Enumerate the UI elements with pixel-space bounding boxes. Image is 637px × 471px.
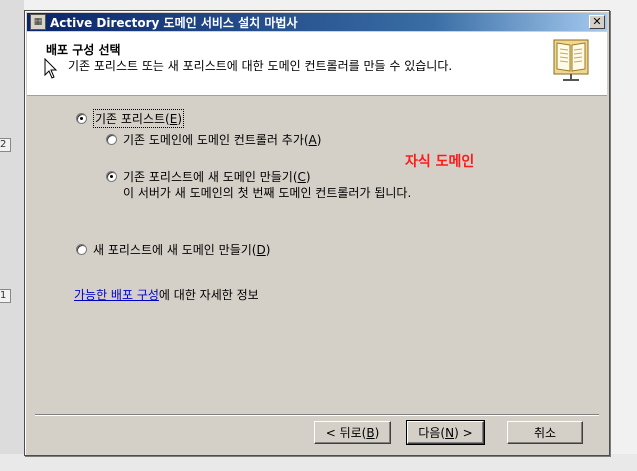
- back-button[interactable]: < 뒤로(B): [314, 421, 391, 444]
- radio-button[interactable]: [76, 113, 87, 124]
- window-title: Active Directory 도메인 서비스 설치 마법사: [50, 15, 298, 30]
- radio-label: 새 포리스트에 새 도메인 만들기(D): [93, 243, 271, 257]
- background-marker-top: 2: [0, 138, 11, 152]
- new-domain-note: 이 서버가 새 도메인의 첫 번째 도메인 컨트롤러가 됩니다.: [123, 186, 412, 200]
- title-bar[interactable]: ▦ Active Directory 도메인 서비스 설치 마법사 ✕: [27, 13, 607, 31]
- radio-label: 기존 포리스트에 새 도메인 만들기(C): [123, 170, 311, 184]
- radio-button[interactable]: [76, 244, 87, 255]
- desktop-background-bottom: [0, 454, 637, 471]
- deployment-config-link[interactable]: 가능한 배포 구성: [74, 288, 159, 302]
- child-domain-annotation: 자식 도메인: [405, 154, 475, 170]
- radio-add-domain-controller[interactable]: 기존 도메인에 도메인 컨트롤러 추가(A): [106, 131, 321, 148]
- radio-button[interactable]: [106, 134, 117, 145]
- close-button[interactable]: ✕: [589, 15, 605, 29]
- radio-new-domain-in-forest[interactable]: 기존 포리스트에 새 도메인 만들기(C): [106, 168, 311, 185]
- next-button[interactable]: 다음(N) >: [406, 420, 485, 445]
- wizard-header: 배포 구성 선택 기존 포리스트 또는 새 포리스트에 대한 도메인 컨트롤러를…: [27, 32, 607, 96]
- wizard-window: ▦ Active Directory 도메인 서비스 설치 마법사 ✕ 배포 구…: [24, 10, 610, 456]
- app-icon: ▦: [30, 14, 46, 30]
- info-text: 가능한 배포 구성에 대한 자세한 정보: [74, 286, 259, 303]
- divider: [35, 414, 599, 416]
- page-description: 기존 포리스트 또는 새 포리스트에 대한 도메인 컨트롤러를 만들 수 있습니…: [68, 59, 453, 73]
- background-marker-bottom: 1: [0, 289, 11, 303]
- radio-existing-forest[interactable]: 기존 포리스트(E): [76, 109, 185, 128]
- cancel-button[interactable]: 취소: [507, 421, 583, 444]
- book-icon: [553, 39, 589, 81]
- desktop-background-strip: 2 1: [0, 0, 24, 471]
- radio-label: 기존 포리스트(E): [93, 109, 185, 128]
- info-suffix: 에 대한 자세한 정보: [158, 288, 259, 302]
- close-icon: ✕: [592, 15, 602, 28]
- radio-button[interactable]: [106, 171, 117, 182]
- radio-label: 기존 도메인에 도메인 컨트롤러 추가(A): [123, 133, 322, 147]
- wizard-content: 기존 포리스트(E) 기존 도메인에 도메인 컨트롤러 추가(A) 기존 포리스…: [25, 96, 609, 455]
- radio-new-forest[interactable]: 새 포리스트에 새 도메인 만들기(D): [76, 241, 270, 258]
- mouse-cursor-icon: [44, 58, 58, 79]
- page-title: 배포 구성 선택: [46, 43, 121, 57]
